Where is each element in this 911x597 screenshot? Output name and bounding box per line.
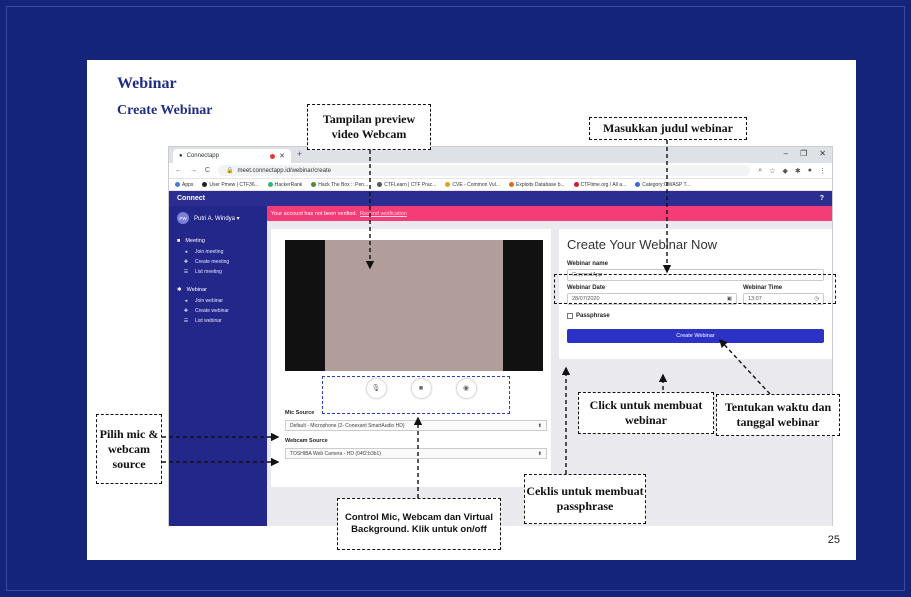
recording-icon (270, 153, 276, 159)
app-header: Connect ? (169, 191, 832, 206)
tab-title: Connectapp (186, 153, 219, 159)
select-caret-icon: ⬍ (537, 422, 542, 429)
select-caret-icon: ⬍ (537, 450, 542, 457)
url-text: meet.connectapp.id/webinar/create (237, 167, 331, 174)
window-controls: – ❐ ✕ (784, 149, 826, 158)
webcam-feed (325, 240, 503, 371)
list-icon: ☰ (183, 269, 189, 275)
controls-highlight (322, 376, 510, 414)
bookmark-apps[interactable]: Apps (175, 182, 193, 188)
broadcast-icon: ✱ (177, 287, 182, 293)
extension-icon[interactable]: ◆ (783, 167, 788, 175)
bookmark-item[interactable]: Exploits Database b... (509, 182, 565, 188)
plus-icon: ✚ (183, 259, 189, 265)
sidebar-section-meeting: ■ Meeting (177, 238, 205, 244)
back-icon[interactable]: ← (175, 167, 182, 174)
extension-icons: ⌕ ☆ ◆ ✱ ● ⋮ (758, 167, 826, 175)
maximize-icon[interactable]: ❐ (800, 149, 807, 158)
passphrase-label: Passphrase (576, 313, 610, 319)
slide-subtitle: Create Webinar (117, 103, 213, 118)
sidebar-item-create-meeting[interactable]: ✚ Create meeting (169, 257, 267, 267)
sidebar: PW Putri A. Windya ▾ ■ Meeting ◂ Join mee… (169, 206, 267, 526)
close-tab-icon[interactable]: ✕ (279, 152, 285, 160)
help-icon[interactable]: ? (820, 195, 824, 202)
sidebar-item-join-webinar[interactable]: ◂ Join webinar (169, 296, 267, 306)
note-mic-webcam: Pilih mic & webcam source (96, 414, 162, 484)
list-icon: ☰ (183, 318, 189, 324)
tab-bar: ● Connectapp ✕ + – ❐ ✕ (169, 147, 832, 163)
sidebar-section-webinar: ✱ Webinar (177, 287, 207, 293)
mic-source-label: Mic Source (285, 410, 315, 416)
bookmark-item[interactable]: CTFLearn | CTF Prac... (377, 182, 436, 188)
url-field[interactable]: 🔒 meet.connectapp.id/webinar/create (218, 165, 751, 176)
sidebar-item-create-webinar[interactable]: ✚ Create webinar (169, 306, 267, 316)
forward-icon[interactable]: → (190, 167, 197, 174)
webinar-name-label: Webinar name (567, 261, 608, 267)
menu-icon[interactable]: ⋮ (819, 167, 826, 175)
plus-icon: ✚ (183, 308, 189, 314)
note-media-controls: Control Mic, Webcam dan Virtual Backgrou… (337, 498, 501, 550)
user-name: Putri A. Windya ▾ (194, 215, 240, 222)
user-menu[interactable]: PW Putri A. Windya ▾ (169, 212, 267, 224)
new-tab-button[interactable]: + (297, 149, 302, 159)
bookmark-item[interactable]: CVE - Common Vul... (445, 182, 500, 188)
enter-icon: ◂ (184, 298, 188, 304)
address-bar: ← → C 🔒 meet.connectapp.id/webinar/creat… (169, 163, 832, 179)
sidebar-item-join-meeting[interactable]: ◂ Join meeting (169, 247, 267, 257)
favicon-icon: ● (179, 153, 183, 159)
bookmark-item[interactable]: User Pmew | CTF36... (202, 182, 259, 188)
passphrase-row: Passphrase (567, 313, 824, 319)
webinar-name-highlight (554, 274, 836, 304)
avatar: PW (177, 212, 189, 224)
enter-icon: ◂ (184, 249, 188, 255)
video-icon: ■ (177, 238, 181, 244)
slide-title: Webinar (117, 75, 177, 92)
app-body: PW Putri A. Windya ▾ ■ Meeting ◂ Join mee… (169, 206, 832, 526)
mic-source-select[interactable]: Default - Microphone (2- Conexant SmartA… (285, 420, 547, 431)
create-webinar-button[interactable]: Create Webinar (567, 329, 824, 343)
form-title: Create Your Webinar Now (567, 237, 718, 252)
app-name: Connect (177, 195, 205, 202)
page-number: 25 (827, 534, 840, 546)
star-icon[interactable]: ☆ (769, 167, 775, 175)
note-date-time: Tentukan waktu dan tanggal webinar (716, 394, 840, 436)
sidebar-item-list-webinar[interactable]: ☰ List webinar (169, 316, 267, 326)
bookmark-item[interactable]: Hack The Box :: Pen... (311, 182, 368, 188)
browser-tab[interactable]: ● Connectapp ✕ (173, 149, 291, 163)
zoom-icon[interactable]: ⌕ (758, 167, 762, 175)
sidebar-item-list-meeting[interactable]: ☰ List meeting (169, 267, 267, 277)
note-webinar-title: Masukkan judul webinar (589, 117, 747, 140)
bookmark-item[interactable]: Category:OWASP T... (635, 182, 690, 188)
bookmark-item[interactable]: CTFtime.org / All a... (573, 182, 626, 188)
note-create-button: Click untuk membuat webinar (578, 392, 714, 434)
bookmarks-bar: Apps User Pmew | CTF36... HackerRank Hac… (169, 179, 832, 191)
puzzle-icon[interactable]: ✱ (795, 167, 801, 175)
profile-icon[interactable]: ● (808, 167, 812, 175)
lock-icon: 🔒 (226, 168, 234, 174)
resend-verification-link[interactable]: Resend verification (360, 211, 407, 217)
app: Connect ? PW Putri A. Windya ▾ ■ Meeting… (169, 191, 832, 526)
webcam-preview (285, 240, 543, 371)
browser-window: ● Connectapp ✕ + – ❐ ✕ ← → C 🔒 meet.conn… (168, 146, 833, 526)
reload-icon[interactable]: C (205, 167, 210, 174)
close-window-icon[interactable]: ✕ (819, 149, 826, 158)
note-webcam-preview: Tampilan preview video Webcam (307, 104, 431, 150)
verification-alert: Your account has not been verified. Rese… (267, 206, 832, 221)
media-card: 🎙 ■ ◉ Mic Source Default - Microphone (2… (271, 229, 551, 487)
passphrase-checkbox[interactable] (567, 313, 573, 319)
webcam-source-label: Webcam Source (285, 438, 328, 444)
bookmark-item[interactable]: HackerRank (267, 182, 302, 188)
minimize-icon[interactable]: – (784, 149, 788, 158)
webcam-source-select[interactable]: TOSHIBA Web Camera - HD (04f2:b3b1) ⬍ (285, 448, 547, 459)
note-passphrase: Ceklis untuk membuat passphrase (524, 474, 646, 524)
